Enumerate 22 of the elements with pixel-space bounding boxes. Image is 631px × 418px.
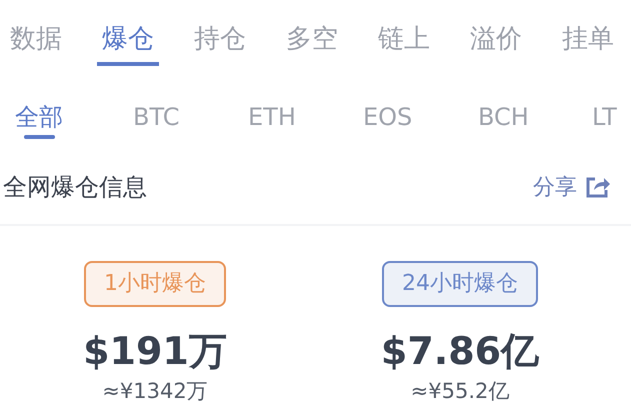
tab[interactable]: 挂单 xyxy=(557,0,619,66)
cny-amount: ≈¥55.2亿 xyxy=(410,378,510,405)
tab[interactable]: 爆仓 xyxy=(97,0,159,66)
coin-tab[interactable]: EOS xyxy=(363,78,412,140)
usd-amount: $7.86亿 xyxy=(380,329,540,373)
tab[interactable]: 链上 xyxy=(373,0,435,66)
tab[interactable]: 多空 xyxy=(281,0,343,66)
share-button[interactable]: 分享 xyxy=(533,170,611,204)
coin-tab[interactable]: LT xyxy=(592,78,617,140)
share-icon xyxy=(585,175,611,199)
cny-amount: ≈¥1342万 xyxy=(102,378,208,405)
coin-tab[interactable]: BTC xyxy=(133,78,180,140)
tab[interactable]: 数据 xyxy=(5,0,67,66)
usd-amount: $191万 xyxy=(83,329,227,373)
period-tag: 1小时爆仓 xyxy=(84,261,226,307)
coin-tab[interactable]: ETH xyxy=(248,78,296,140)
period-tag: 24小时爆仓 xyxy=(382,261,538,307)
tab[interactable]: 持仓 xyxy=(189,0,251,66)
tab[interactable]: 溢价 xyxy=(465,0,527,66)
coin-tab[interactable]: BCH xyxy=(478,78,529,140)
section-title: 全网爆仓信息 xyxy=(3,172,147,203)
coin-tab[interactable]: 全部 xyxy=(15,78,63,140)
